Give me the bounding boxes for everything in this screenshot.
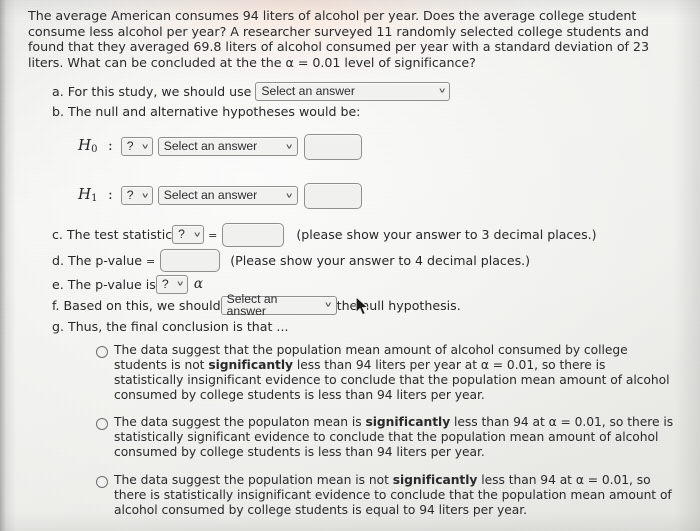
alt-hypothesis-parameter-dropdown[interactable]: Select an answer ∨ bbox=[157, 186, 298, 206]
alt-hypothesis-parameter-value: Select an answer bbox=[163, 188, 258, 203]
step-g-label: g. Thus, the final conclusion is that ..… bbox=[52, 318, 289, 334]
p-value-equals: = bbox=[146, 255, 156, 269]
conclusion-option-text-2: The data suggest the populaton mean is s… bbox=[114, 415, 674, 460]
conclusion-option-text-1: The data suggest that the population mea… bbox=[114, 342, 670, 402]
step-c-hint: (please show your answer to 3 decimal pl… bbox=[296, 227, 597, 243]
chevron-down-icon: ∨ bbox=[284, 141, 294, 150]
alt-hypothesis-symbol: H1 bbox=[78, 185, 98, 205]
alt-hypothesis-colon: : bbox=[108, 187, 113, 204]
step-b-label: b. The null and alternative hypotheses w… bbox=[52, 103, 361, 119]
step-c: c. The test statistic ? ∨ = (please show… bbox=[52, 222, 686, 248]
step-d: d. The p-value = (Please show your answe… bbox=[52, 248, 686, 274]
chevron-down-icon: ∨ bbox=[140, 190, 150, 199]
chevron-down-icon: ∨ bbox=[140, 141, 150, 150]
null-hypothesis-colon: : bbox=[108, 138, 113, 155]
null-hypothesis-symbol: H0 bbox=[78, 136, 98, 156]
null-hypothesis-operator-dropdown[interactable]: ? ∨ bbox=[120, 137, 153, 157]
radio-button-2[interactable] bbox=[96, 418, 108, 431]
null-hypothesis-operator-value: ? bbox=[126, 139, 134, 154]
steps-list: a. For this study, we should use Select … bbox=[28, 81, 686, 337]
step-a-label: a. For this study, we should use bbox=[52, 83, 256, 99]
null-hypothesis-value-input[interactable] bbox=[303, 133, 362, 160]
step-f: f. Based on this, we should Select an an… bbox=[52, 291, 686, 318]
question-page: The average American consumes 94 liters … bbox=[0, 0, 700, 518]
step-g: g. Thus, the final conclusion is that ..… bbox=[52, 316, 686, 337]
null-hypothesis-parameter-dropdown[interactable]: Select an answer ∨ bbox=[157, 137, 298, 157]
radio-button-1[interactable] bbox=[96, 345, 108, 358]
test-statistic-dropdown-value: ? bbox=[178, 227, 185, 242]
study-type-dropdown-value: Select an answer bbox=[261, 83, 355, 98]
alt-hypothesis-value-input[interactable] bbox=[303, 182, 362, 209]
step-b: b. The null and alternative hypotheses w… bbox=[52, 103, 686, 120]
step-e: e. The p-value is ? ∨ α bbox=[52, 274, 686, 295]
null-hypothesis-parameter-value: Select an answer bbox=[163, 139, 258, 154]
study-type-dropdown[interactable]: Select an answer ∨ bbox=[255, 81, 451, 101]
conclusion-option-text-3: The data suggest the population mean is … bbox=[114, 473, 672, 517]
radio-button-3[interactable] bbox=[96, 476, 108, 489]
alt-hypothesis-operator-dropdown[interactable]: ? ∨ bbox=[120, 186, 153, 206]
chevron-down-icon: ∨ bbox=[192, 229, 202, 238]
test-statistic-input[interactable] bbox=[222, 222, 285, 247]
conclusion-option-3[interactable]: The data suggest the population mean is … bbox=[96, 473, 676, 518]
step-d-hint: (Please show your answer to 4 decimal pl… bbox=[230, 253, 531, 269]
p-value-comparison-value: ? bbox=[161, 276, 169, 291]
p-value-comparison-dropdown[interactable]: ? ∨ bbox=[155, 274, 188, 294]
alpha-symbol: α bbox=[193, 275, 203, 292]
conclusion-option-1[interactable]: The data suggest that the population mea… bbox=[96, 343, 676, 403]
null-hypothesis-row: H0 : ? ∨ Select an answer ∨ bbox=[78, 132, 686, 162]
test-statistic-equals: = bbox=[208, 229, 218, 243]
chevron-down-icon: ∨ bbox=[437, 86, 447, 95]
step-a: a. For this study, we should use Select … bbox=[52, 81, 686, 101]
alt-hypothesis-operator-value: ? bbox=[126, 188, 134, 203]
conclusion-option-2[interactable]: The data suggest the populaton mean is s… bbox=[96, 415, 676, 460]
p-value-input[interactable] bbox=[160, 249, 221, 273]
conclusion-options: The data suggest that the population mea… bbox=[28, 343, 686, 518]
hypotheses-block: H0 : ? ∨ Select an answer ∨ H1 : ? ∨ Sel… bbox=[52, 132, 686, 211]
test-statistic-dropdown[interactable]: ? ∨ bbox=[172, 225, 205, 245]
decision-dropdown[interactable]: Select an answer ∨ bbox=[220, 291, 337, 318]
step-f-label: f. Based on this, we should bbox=[52, 297, 221, 313]
step-d-label: d. The p-value bbox=[52, 253, 143, 269]
steps-c-through-g: c. The test statistic ? ∨ = (please show… bbox=[52, 222, 686, 337]
step-e-label: e. The p-value is bbox=[52, 276, 156, 292]
step-f-suffix: the null hypothesis. bbox=[336, 297, 461, 313]
chevron-down-icon: ∨ bbox=[284, 190, 294, 199]
decision-dropdown-value: Select an answer bbox=[226, 291, 278, 318]
chevron-down-icon: ∨ bbox=[176, 279, 185, 288]
alt-hypothesis-row: H1 : ? ∨ Select an answer ∨ bbox=[78, 181, 686, 211]
problem-statement: The average American consumes 94 liters … bbox=[28, 8, 649, 71]
step-c-label: c. The test statistic bbox=[52, 227, 173, 243]
chevron-down-icon: ∨ bbox=[323, 300, 333, 309]
